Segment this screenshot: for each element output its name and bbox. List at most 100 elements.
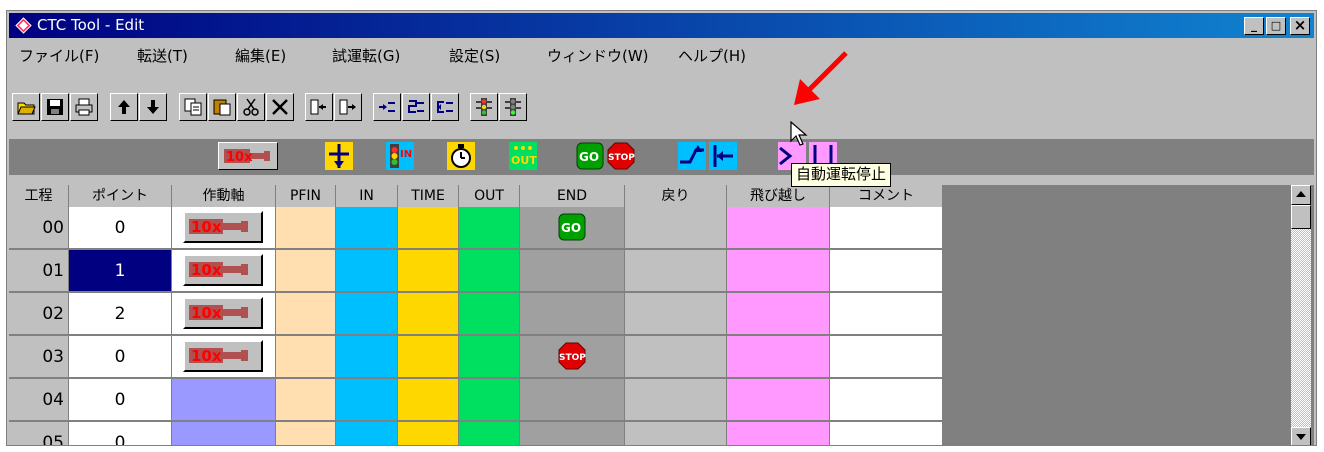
col-header-comment[interactable]: コメント xyxy=(830,185,943,207)
timer-button[interactable] xyxy=(447,142,475,170)
skip-cell[interactable] xyxy=(727,336,830,378)
auto-run-stop-button[interactable] xyxy=(499,93,527,121)
actuator-button[interactable]: 10x xyxy=(183,211,263,243)
skip-cell[interactable] xyxy=(727,293,830,335)
step-jump-button[interactable] xyxy=(402,93,430,121)
time-cell[interactable] xyxy=(398,379,459,421)
point-cell[interactable]: 0 xyxy=(69,422,172,445)
axis-cell[interactable] xyxy=(172,422,276,445)
out-cell[interactable] xyxy=(459,379,520,421)
skip-cell[interactable] xyxy=(727,250,830,292)
point-cell[interactable]: 0 xyxy=(69,336,172,378)
in-cell[interactable] xyxy=(336,207,398,249)
return-button[interactable] xyxy=(709,142,737,170)
axis-cell[interactable] xyxy=(172,379,276,421)
actuator-insert-button[interactable]: 10x xyxy=(218,142,278,170)
col-header-point[interactable]: ポイント xyxy=(69,185,172,207)
step-cell[interactable]: 04 xyxy=(9,379,69,421)
copy-button[interactable] xyxy=(179,93,207,121)
end-cell[interactable] xyxy=(520,293,625,335)
step-return-button[interactable] xyxy=(431,93,459,121)
out-cell[interactable] xyxy=(459,293,520,335)
comment-cell[interactable] xyxy=(830,293,943,335)
auto-run-start-button[interactable] xyxy=(470,93,498,121)
scroll-up-button[interactable] xyxy=(1291,185,1311,205)
vertical-scrollbar[interactable] xyxy=(1291,185,1311,445)
jump-button[interactable] xyxy=(678,142,706,170)
append-row-button[interactable] xyxy=(334,93,362,121)
in-signal-button[interactable]: IN xyxy=(386,142,414,170)
out-signal-button[interactable]: OUT xyxy=(509,142,537,170)
in-cell[interactable] xyxy=(336,379,398,421)
ret-cell[interactable] xyxy=(625,207,727,249)
col-header-time[interactable]: TIME xyxy=(398,185,459,207)
pfin-cell[interactable] xyxy=(276,207,336,249)
col-header-axis[interactable]: 作動軸 xyxy=(172,185,276,207)
time-cell[interactable] xyxy=(398,293,459,335)
go-button[interactable]: GO xyxy=(576,142,604,170)
axis-cell[interactable]: 10x xyxy=(172,293,276,335)
in-cell[interactable] xyxy=(336,422,398,445)
ret-cell[interactable] xyxy=(625,422,727,445)
point-cell[interactable]: 2 xyxy=(69,293,172,335)
comment-cell[interactable] xyxy=(830,422,943,445)
ret-cell[interactable] xyxy=(625,250,727,292)
comment-cell[interactable] xyxy=(830,379,943,421)
paste-button[interactable] xyxy=(208,93,236,121)
end-cell[interactable] xyxy=(520,422,625,445)
time-cell[interactable] xyxy=(398,250,459,292)
col-header-in[interactable]: IN xyxy=(336,185,398,207)
pfin-cell[interactable] xyxy=(276,336,336,378)
actuator-button[interactable]: 10x xyxy=(183,254,263,286)
axis-cell[interactable]: 10x xyxy=(172,207,276,249)
scroll-thumb[interactable] xyxy=(1291,205,1311,229)
step-insert-button[interactable] xyxy=(373,93,401,121)
skip-cell[interactable] xyxy=(727,379,830,421)
axis-cell[interactable]: 10x xyxy=(172,336,276,378)
menu-file[interactable]: ファイル(F) xyxy=(19,45,99,66)
axis-cell[interactable]: 10x xyxy=(172,250,276,292)
actuator-button[interactable]: 10x xyxy=(183,340,263,372)
step-cell[interactable]: 01 xyxy=(9,250,69,292)
col-header-end[interactable]: END xyxy=(520,185,625,207)
axis-wait-button[interactable] xyxy=(325,142,353,170)
end-cell[interactable]: STOP xyxy=(520,336,625,378)
col-header-out[interactable]: OUT xyxy=(459,185,520,207)
step-cell[interactable]: 05 xyxy=(9,422,69,445)
out-cell[interactable] xyxy=(459,422,520,445)
comment-cell[interactable] xyxy=(830,207,943,249)
open-button[interactable] xyxy=(12,93,40,121)
scroll-down-button[interactable] xyxy=(1291,427,1311,445)
col-header-step[interactable]: 工程 xyxy=(9,185,69,207)
skip-cell[interactable] xyxy=(727,422,830,445)
in-cell[interactable] xyxy=(336,336,398,378)
delete-button[interactable] xyxy=(266,93,294,121)
step-cell[interactable]: 00 xyxy=(9,207,69,249)
menu-edit[interactable]: 編集(E) xyxy=(235,45,286,66)
in-cell[interactable] xyxy=(336,293,398,335)
title-bar[interactable]: CTC Tool - Edit _ □ × xyxy=(9,13,1314,38)
pfin-cell[interactable] xyxy=(276,379,336,421)
step-cell[interactable]: 03 xyxy=(9,336,69,378)
col-header-pfin[interactable]: PFIN xyxy=(276,185,336,207)
menu-window[interactable]: ウィンドウ(W) xyxy=(547,45,649,66)
time-cell[interactable] xyxy=(398,336,459,378)
end-cell[interactable]: GO xyxy=(520,207,625,249)
maximize-button[interactable]: □ xyxy=(1266,17,1286,35)
time-cell[interactable] xyxy=(398,422,459,445)
end-cell[interactable] xyxy=(520,250,625,292)
close-button[interactable]: × xyxy=(1290,17,1310,35)
out-cell[interactable] xyxy=(459,336,520,378)
pfin-cell[interactable] xyxy=(276,422,336,445)
print-button[interactable] xyxy=(70,93,98,121)
col-header-return[interactable]: 戻り xyxy=(625,185,727,207)
ret-cell[interactable] xyxy=(625,293,727,335)
out-cell[interactable] xyxy=(459,207,520,249)
actuator-button[interactable]: 10x xyxy=(183,297,263,329)
time-cell[interactable] xyxy=(398,207,459,249)
comment-cell[interactable] xyxy=(830,250,943,292)
pfin-cell[interactable] xyxy=(276,250,336,292)
comment-cell[interactable] xyxy=(830,336,943,378)
insert-row-button[interactable] xyxy=(305,93,333,121)
ret-cell[interactable] xyxy=(625,336,727,378)
